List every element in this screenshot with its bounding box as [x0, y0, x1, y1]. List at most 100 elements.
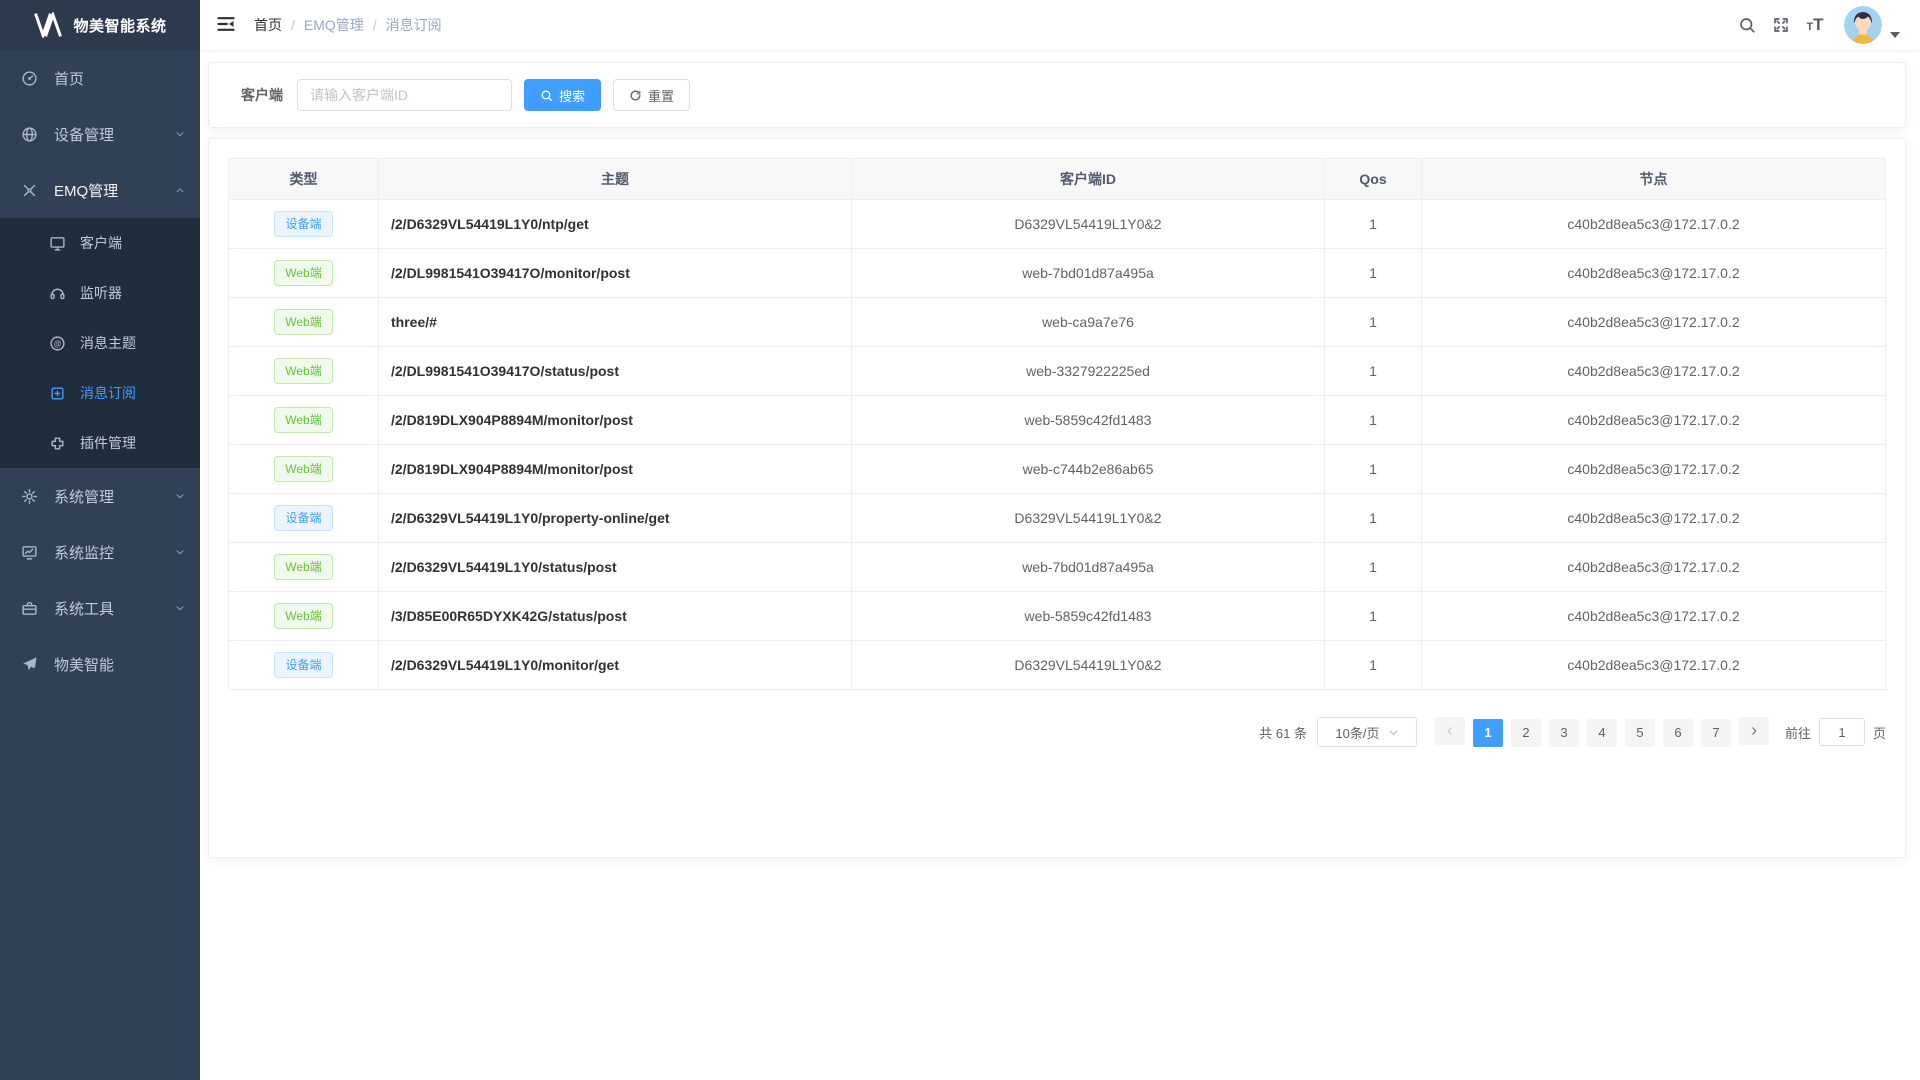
- sidebar-item-label: 系统管理: [54, 486, 114, 507]
- page-size-select[interactable]: 10条/页: [1317, 717, 1417, 747]
- cell-type: Web端: [229, 347, 379, 396]
- cell-qos: 1: [1325, 543, 1422, 592]
- table-row: Web端/2/DL9981541O39417O/status/postweb-3…: [229, 347, 1886, 396]
- page-button-7[interactable]: 7: [1701, 719, 1731, 747]
- sidebar-item-system-monitor[interactable]: 系统监控: [0, 524, 200, 580]
- sidebar-item-device-mgmt[interactable]: 设备管理: [0, 106, 200, 162]
- cell-qos: 1: [1325, 592, 1422, 641]
- page-button-1[interactable]: 1: [1473, 719, 1503, 747]
- sidebar-menu: 首页设备管理 EMQ管理客户端监听器 @ 消息主题消息订阅插件管理系统管理系统监控系统…: [0, 50, 200, 692]
- cell-topic: three/#: [379, 298, 852, 347]
- cell-topic: /2/D6329VL54419L1Y0/ntp/get: [379, 200, 852, 249]
- dashboard-icon: [18, 67, 40, 89]
- page-button-3[interactable]: 3: [1549, 719, 1579, 747]
- cell-type: 设备端: [229, 494, 379, 543]
- column-header-1: 主题: [379, 159, 852, 200]
- chevron-down-icon: [174, 546, 186, 558]
- page-button-6[interactable]: 6: [1663, 719, 1693, 747]
- navbar-actions: TT: [1730, 0, 1904, 50]
- chevron-down-icon: [174, 128, 186, 140]
- cell-node: c40b2d8ea5c3@172.17.0.2: [1422, 445, 1886, 494]
- sidebar-subitem-client[interactable]: 客户端: [0, 218, 200, 268]
- type-tag: Web端: [274, 407, 332, 433]
- page-button-5[interactable]: 5: [1625, 719, 1655, 747]
- subscribe-icon: [46, 382, 68, 404]
- table-row: 设备端/2/D6329VL54419L1Y0/ntp/getD6329VL544…: [229, 200, 1886, 249]
- table-panel: 类型主题客户端IDQos节点 设备端/2/D6329VL54419L1Y0/nt…: [208, 138, 1906, 858]
- cell-type: 设备端: [229, 641, 379, 690]
- chevron-down-icon: [174, 602, 186, 614]
- cell-type: Web端: [229, 298, 379, 347]
- reset-button[interactable]: 重置: [613, 79, 690, 111]
- sidebar-item-system-mgmt[interactable]: 系统管理: [0, 468, 200, 524]
- client-id-input[interactable]: [297, 79, 512, 111]
- subscription-table: 类型主题客户端IDQos节点 设备端/2/D6329VL54419L1Y0/nt…: [228, 158, 1886, 690]
- chevron-up-icon: [174, 184, 186, 196]
- sidebar-subitem-listener[interactable]: 监听器: [0, 268, 200, 318]
- sidebar-item-emq-mgmt[interactable]: EMQ管理: [0, 162, 200, 218]
- cell-node: c40b2d8ea5c3@172.17.0.2: [1422, 396, 1886, 445]
- breadcrumb-item-2: 消息订阅: [386, 15, 442, 35]
- cell-client-id: D6329VL54419L1Y0&2: [852, 494, 1325, 543]
- search-button[interactable]: 搜索: [524, 79, 601, 111]
- table-row: 设备端/2/D6329VL54419L1Y0/monitor/getD6329V…: [229, 641, 1886, 690]
- pagination: 共 61 条 10条/页 1234567 前往 页: [228, 717, 1886, 747]
- avatar[interactable]: [1844, 6, 1882, 44]
- sidebar-item-system-tools[interactable]: 系统工具: [0, 580, 200, 636]
- fullscreen-icon[interactable]: [1764, 0, 1798, 50]
- cell-topic: /2/D819DLX904P8894M/monitor/post: [379, 396, 852, 445]
- user-menu[interactable]: [1844, 6, 1904, 44]
- page-jump: 前往 页: [1785, 718, 1886, 746]
- caret-down-icon[interactable]: [1890, 32, 1900, 38]
- cell-client-id: web-c744b2e86ab65: [852, 445, 1325, 494]
- sidebar: 物美智能系统 首页设备管理 EMQ管理客户端监听器 @ 消息主题消息订阅插件管理系统管…: [0, 0, 200, 1080]
- cell-topic: /2/D6329VL54419L1Y0/monitor/get: [379, 641, 852, 690]
- toolbox-icon: [18, 597, 40, 619]
- sidebar-item-wumei-smart[interactable]: 物美智能: [0, 636, 200, 692]
- next-page-button[interactable]: [1739, 717, 1769, 745]
- breadcrumb-item-0[interactable]: 首页: [254, 15, 282, 35]
- sidebar-item-home[interactable]: 首页: [0, 50, 200, 106]
- sidebar-item-label: 系统工具: [54, 598, 114, 619]
- page-button-4[interactable]: 4: [1587, 719, 1617, 747]
- sidebar-item-label: 客户端: [80, 233, 122, 253]
- sidebar-subitem-message-topic[interactable]: @ 消息主题: [0, 318, 200, 368]
- main-area: 首页/EMQ管理/消息订阅 TT: [200, 0, 1920, 858]
- font-size-icon[interactable]: TT: [1798, 15, 1832, 35]
- cell-qos: 1: [1325, 641, 1422, 690]
- table-row: Web端three/#web-ca9a7e761c40b2d8ea5c3@172…: [229, 298, 1886, 347]
- cell-type: 设备端: [229, 200, 379, 249]
- cell-client-id: web-ca9a7e76: [852, 298, 1325, 347]
- cell-topic: /3/D85E00R65DYXK42G/status/post: [379, 592, 852, 641]
- cell-client-id: web-5859c42fd1483: [852, 396, 1325, 445]
- sidebar-subitem-message-subscribe[interactable]: 消息订阅: [0, 368, 200, 418]
- search-icon[interactable]: [1730, 0, 1764, 50]
- hamburger-icon[interactable]: [216, 14, 238, 36]
- topic-icon: @: [46, 332, 68, 354]
- listener-icon: [46, 282, 68, 304]
- refresh-icon: [629, 89, 642, 102]
- cell-client-id: D6329VL54419L1Y0&2: [852, 200, 1325, 249]
- cell-node: c40b2d8ea5c3@172.17.0.2: [1422, 200, 1886, 249]
- cell-topic: /2/DL9981541O39417O/monitor/post: [379, 249, 852, 298]
- sidebar-item-label: 系统监控: [54, 542, 114, 563]
- sidebar-item-label: 消息主题: [80, 333, 136, 353]
- pager: 1234567: [1431, 717, 1773, 747]
- cell-topic: /2/D6329VL54419L1Y0/status/post: [379, 543, 852, 592]
- sidebar-item-label: 消息订阅: [80, 383, 136, 403]
- cell-topic: /2/D819DLX904P8894M/monitor/post: [379, 445, 852, 494]
- cell-type: Web端: [229, 543, 379, 592]
- type-tag: Web端: [274, 260, 332, 286]
- sidebar-subitem-plugin-mgmt[interactable]: 插件管理: [0, 418, 200, 468]
- page-button-2[interactable]: 2: [1511, 719, 1541, 747]
- type-tag: Web端: [274, 358, 332, 384]
- sidebar-item-label: 设备管理: [54, 124, 114, 145]
- cell-qos: 1: [1325, 200, 1422, 249]
- gear-icon: [18, 485, 40, 507]
- column-header-3: Qos: [1325, 159, 1422, 200]
- app-logo[interactable]: 物美智能系统: [0, 0, 200, 50]
- cell-client-id: web-5859c42fd1483: [852, 592, 1325, 641]
- prev-page-button[interactable]: [1435, 717, 1465, 745]
- goto-page-input[interactable]: [1819, 718, 1865, 746]
- cell-node: c40b2d8ea5c3@172.17.0.2: [1422, 249, 1886, 298]
